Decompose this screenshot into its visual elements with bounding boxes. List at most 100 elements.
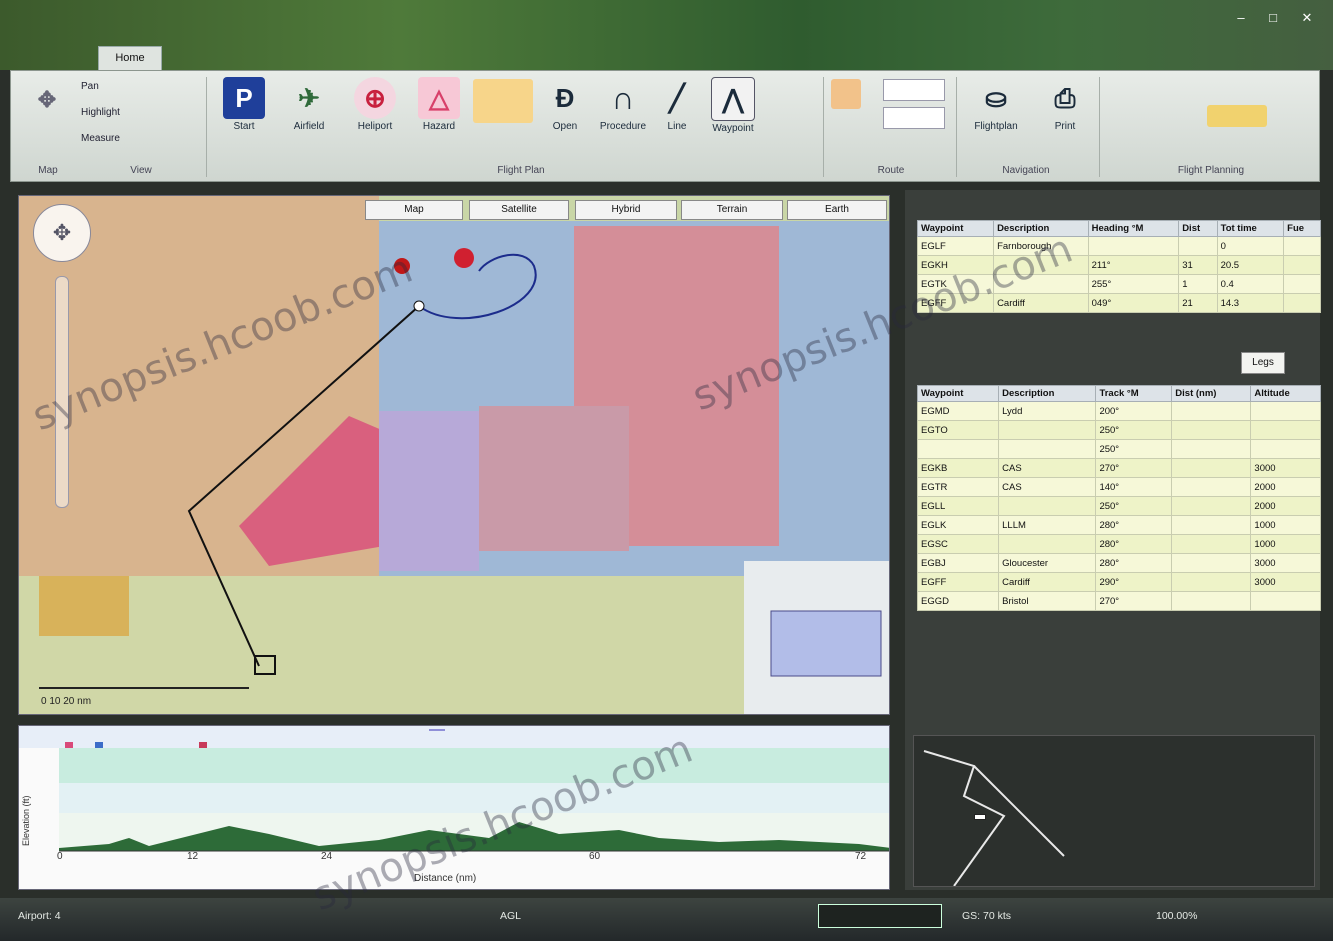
table-cell bbox=[1171, 534, 1252, 554]
x-tick-label: 72 bbox=[855, 851, 867, 862]
y-axis-label: Elevation (ft) bbox=[21, 795, 31, 846]
table-row[interactable]: EGKH 211° 31 20.5 bbox=[916, 255, 1321, 275]
pan-button[interactable]: Pan bbox=[81, 81, 99, 92]
table-row[interactable]: EGLF Farnborough 0 bbox=[916, 236, 1321, 256]
overview-viewport[interactable] bbox=[770, 610, 882, 677]
table-row[interactable]: EGLK LLLM 280° 1000 bbox=[916, 515, 1321, 535]
frequency-list-button[interactable] bbox=[473, 79, 533, 123]
column-header[interactable]: Description bbox=[998, 385, 1097, 402]
table-header-row: Waypoint Description Track °M Dist (nm) … bbox=[916, 385, 1321, 402]
elevation-profile[interactable]: Elevation (ft) 0 12 24 60 72 Distance (n… bbox=[18, 725, 890, 890]
table-row[interactable]: EGTO 250° bbox=[916, 420, 1321, 440]
zoom-control[interactable] bbox=[818, 904, 942, 928]
table-row[interactable]: EGSC 280° 1000 bbox=[916, 534, 1321, 554]
table-row[interactable]: EGLL 250° 2000 bbox=[916, 496, 1321, 516]
column-header[interactable]: Waypoint bbox=[916, 385, 1000, 402]
start-button[interactable]: P Start bbox=[216, 77, 272, 132]
highlight-button[interactable]: Highlight bbox=[81, 107, 120, 118]
column-header[interactable]: Tot time bbox=[1216, 220, 1285, 237]
line-button[interactable]: ╱ Line bbox=[653, 77, 701, 132]
table-cell bbox=[1283, 293, 1321, 313]
route-endpoint-marker[interactable] bbox=[394, 258, 410, 274]
column-header[interactable]: Dist bbox=[1178, 220, 1218, 237]
map-tab-terrain[interactable]: Terrain bbox=[681, 200, 783, 220]
pan-icon[interactable]: ✥ bbox=[23, 79, 71, 123]
close-icon[interactable]: ✕ bbox=[1296, 10, 1318, 26]
table-row[interactable]: EGFF Cardiff 049° 21 14.3 bbox=[916, 293, 1321, 313]
table-cell: Lydd bbox=[998, 401, 1097, 421]
waypoint-button-label: Waypoint bbox=[712, 123, 754, 134]
measure-button[interactable]: Measure bbox=[81, 133, 120, 144]
table-row[interactable]: EGKB CAS 270° 3000 bbox=[916, 458, 1321, 478]
table-cell: EGLK bbox=[916, 515, 1000, 535]
table-cell: 0 bbox=[1216, 236, 1285, 256]
table-cell: 250° bbox=[1095, 439, 1173, 459]
route-speed-input[interactable] bbox=[883, 107, 945, 129]
table-cell: 250° bbox=[1095, 420, 1173, 440]
route-minimap[interactable] bbox=[913, 735, 1315, 887]
column-header[interactable]: Dist (nm) bbox=[1171, 385, 1252, 402]
zoom-slider[interactable] bbox=[55, 276, 69, 508]
airport-marker[interactable] bbox=[454, 248, 474, 268]
map-tab-hybrid[interactable]: Hybrid bbox=[575, 200, 677, 220]
column-header[interactable]: Fue bbox=[1283, 220, 1321, 237]
table-cell: Gloucester bbox=[998, 553, 1097, 573]
scale-bar-label: 0 10 20 nm bbox=[41, 696, 91, 707]
x-tick-label: 24 bbox=[321, 851, 333, 862]
table-cell: 280° bbox=[1095, 553, 1173, 573]
table-row[interactable]: EGGD Bristol 270° bbox=[916, 591, 1321, 611]
map-tab-earth[interactable]: Earth bbox=[787, 200, 887, 220]
status-zoom-percent: 100.00% bbox=[1156, 910, 1198, 922]
table-row[interactable]: EGTR CAS 140° 2000 bbox=[916, 477, 1321, 497]
map-view[interactable]: 0 10 20 nm ✥ Map Satellite Hybrid Terrai… bbox=[18, 195, 890, 715]
tab-legs[interactable]: Legs bbox=[1241, 352, 1285, 374]
waypoint-button[interactable]: ⋀ Waypoint bbox=[705, 77, 761, 134]
flightplan-button[interactable]: ⛀ Flightplan bbox=[961, 77, 1031, 132]
restricted-airspace bbox=[479, 406, 629, 551]
pan-control-icon[interactable]: ✥ bbox=[33, 204, 91, 262]
table-cell bbox=[1171, 553, 1252, 573]
map-canvas[interactable]: 0 10 20 nm bbox=[19, 196, 890, 715]
table-cell: 049° bbox=[1087, 293, 1180, 313]
column-header[interactable]: Description bbox=[993, 220, 1089, 237]
map-tab-map[interactable]: Map bbox=[365, 200, 463, 220]
table-cell bbox=[1178, 236, 1218, 256]
airfield-button[interactable]: ✈ Airfield bbox=[281, 77, 337, 132]
table-cell: 21 bbox=[1178, 293, 1218, 313]
table-cell bbox=[1283, 255, 1321, 275]
waypoint-marker[interactable] bbox=[413, 300, 425, 312]
table-row[interactable]: EGFF Cardiff 290° 3000 bbox=[916, 572, 1321, 592]
table-cell: 3000 bbox=[1250, 553, 1321, 573]
waypoint-table: Waypoint Description Heading °M Dist Tot… bbox=[916, 220, 1321, 313]
highlighted-option-button[interactable] bbox=[1207, 105, 1267, 127]
table-cell: EGGD bbox=[916, 591, 1000, 611]
table-cell: CAS bbox=[998, 477, 1097, 497]
procedure-button[interactable]: ∩ Procedure bbox=[595, 77, 651, 132]
tab-home[interactable]: Home bbox=[98, 46, 162, 71]
table-row[interactable]: EGTK 255° 1 0.4 bbox=[916, 274, 1321, 294]
open-button-label: Open bbox=[552, 121, 578, 132]
table-row[interactable]: EGBJ Gloucester 280° 3000 bbox=[916, 553, 1321, 573]
column-header[interactable]: Heading °M bbox=[1087, 220, 1180, 237]
route-altitude-input[interactable] bbox=[883, 79, 945, 101]
route-color-swatch[interactable] bbox=[831, 79, 861, 109]
map-tab-satellite[interactable]: Satellite bbox=[469, 200, 569, 220]
column-header[interactable]: Track °M bbox=[1095, 385, 1173, 402]
table-cell bbox=[1250, 439, 1321, 459]
column-header[interactable]: Altitude bbox=[1250, 385, 1321, 402]
hazard-button[interactable]: △ Hazard bbox=[411, 77, 467, 132]
group-label-map: Map bbox=[38, 165, 58, 176]
heliport-button[interactable]: ⊕ Heliport bbox=[347, 77, 403, 132]
x-tick-label: 60 bbox=[589, 851, 601, 862]
print-button[interactable]: ⎙ Print bbox=[1037, 77, 1093, 132]
open-icon: Ɖ bbox=[555, 83, 575, 113]
table-row[interactable]: 250° bbox=[916, 439, 1321, 459]
column-header[interactable]: Waypoint bbox=[916, 220, 995, 237]
minimize-icon[interactable]: – bbox=[1230, 10, 1252, 26]
table-cell bbox=[1171, 591, 1252, 611]
maximize-icon[interactable]: □ bbox=[1262, 10, 1284, 26]
open-button[interactable]: Ɖ Open bbox=[539, 77, 591, 132]
status-groundspeed: GS: 70 kts bbox=[962, 910, 1012, 922]
table-row[interactable]: EGMD Lydd 200° bbox=[916, 401, 1321, 421]
group-label-navigation: Navigation bbox=[1002, 165, 1050, 176]
